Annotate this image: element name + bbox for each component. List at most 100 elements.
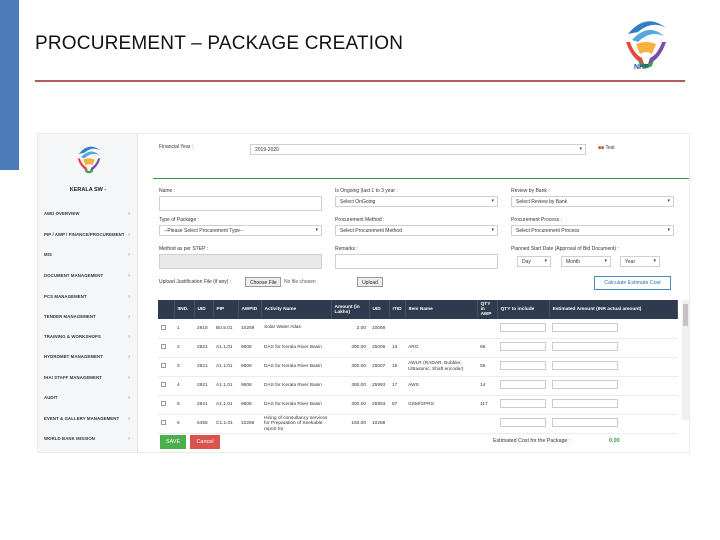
sidebar-item-pcs-management[interactable]: PCS MANAGEMENT › bbox=[44, 294, 132, 300]
estimate-cell[interactable] bbox=[549, 414, 678, 435]
cell bbox=[389, 319, 406, 339]
sidebar-item-document-management[interactable]: DOCUMENT MANAGEMENT › bbox=[44, 273, 132, 279]
sidebar-item-awd-overview[interactable]: AWD OVERVIEW › bbox=[44, 211, 132, 217]
step-input[interactable] bbox=[159, 254, 322, 269]
estimate-input[interactable] bbox=[552, 361, 619, 370]
cell: 9608 bbox=[238, 395, 261, 415]
estimate-input[interactable] bbox=[552, 342, 619, 351]
slide-title: PROCUREMENT – PACKAGE CREATION bbox=[35, 33, 404, 54]
cancel-button[interactable]: Cancel bbox=[190, 435, 220, 449]
cell: C1.1.01 bbox=[213, 414, 238, 435]
method-select[interactable]: Select Procurement Method ▾ bbox=[335, 225, 498, 236]
ongoing-value: Select OnGoing bbox=[340, 199, 376, 205]
sidebar-item-pip-awp[interactable]: PIP / AWP / FINANCE/PROCUREMENT › bbox=[44, 232, 132, 238]
qty-cell[interactable] bbox=[497, 414, 550, 435]
caret-down-icon: ▾ bbox=[667, 198, 670, 204]
qty-cell[interactable] bbox=[497, 357, 550, 377]
scrollbar-thumb[interactable] bbox=[683, 304, 688, 326]
method-label: Procurement Method : bbox=[335, 217, 385, 223]
process-select[interactable]: Select Procurement Process ▾ bbox=[511, 225, 674, 236]
section-divider bbox=[153, 178, 689, 179]
qty-input[interactable] bbox=[500, 322, 547, 332]
checkbox[interactable] bbox=[161, 401, 166, 406]
ongoing-select[interactable]: Select OnGoing ▾ bbox=[335, 196, 498, 207]
upload-label: Upload Justification File (if any) : bbox=[159, 279, 232, 285]
sidebar-item-staff[interactable]: IHAI STAFF MANAGEMENT › bbox=[44, 375, 132, 381]
cell bbox=[389, 414, 406, 435]
calculate-estimate-button[interactable]: Calculate Estimate Cost bbox=[594, 276, 671, 290]
remarks-input[interactable] bbox=[335, 254, 498, 269]
checkbox[interactable] bbox=[161, 382, 166, 387]
choose-file-button[interactable]: Choose File bbox=[245, 277, 281, 287]
caret-down-icon: ▾ bbox=[604, 258, 607, 264]
qty-input[interactable] bbox=[500, 399, 547, 408]
financial-year-select[interactable]: 2019-2020 ▾ bbox=[250, 144, 586, 155]
left-accent-bar bbox=[0, 0, 19, 170]
estimate-input[interactable] bbox=[552, 322, 619, 332]
row-checkbox[interactable] bbox=[158, 395, 174, 415]
sidebar-item-hydromet[interactable]: HYDROMET MANAGEMENT › bbox=[44, 354, 132, 360]
year-value: Year bbox=[625, 259, 636, 265]
day-select[interactable]: Day ▾ bbox=[517, 256, 551, 267]
cell: A1.1.01 bbox=[213, 376, 238, 396]
qty-input[interactable] bbox=[500, 418, 547, 428]
estimate-cell[interactable] bbox=[549, 357, 678, 377]
cell bbox=[477, 414, 498, 435]
cell: 300.00 bbox=[331, 338, 369, 358]
cell: 25993 bbox=[369, 376, 389, 396]
package-type-label: Type of Package : bbox=[159, 217, 200, 223]
name-input[interactable] bbox=[159, 196, 322, 211]
estimate-cell[interactable] bbox=[549, 395, 678, 415]
row-checkbox[interactable] bbox=[158, 414, 174, 435]
estimate-cell[interactable] bbox=[549, 338, 678, 358]
row-checkbox[interactable] bbox=[158, 357, 174, 377]
cell: 300.00 bbox=[331, 376, 369, 396]
caret-down-icon: ▾ bbox=[491, 227, 494, 233]
table-scrollbar[interactable] bbox=[682, 300, 689, 420]
row-checkbox[interactable] bbox=[158, 319, 174, 339]
col-awpid: AWPID bbox=[238, 300, 262, 319]
cell: AWLR (RADAR, Bubbler, Ultrasonic, Shaft … bbox=[405, 357, 478, 377]
row-checkbox[interactable] bbox=[158, 338, 174, 358]
chevron-right-icon: › bbox=[128, 354, 130, 360]
qty-cell[interactable] bbox=[497, 338, 550, 358]
col-item-name: Item Name bbox=[405, 300, 478, 319]
sidebar-item-training[interactable]: TRAINING & WORKSHOPS › bbox=[44, 334, 132, 340]
cell: 17 bbox=[389, 376, 406, 396]
qty-input[interactable] bbox=[500, 342, 547, 351]
review-select[interactable]: Select Review by Bank ▾ bbox=[511, 196, 674, 207]
upload-button[interactable]: Upload bbox=[357, 277, 383, 287]
estimate-input[interactable] bbox=[552, 418, 619, 428]
qty-cell[interactable] bbox=[497, 376, 550, 396]
caret-down-icon: ▾ bbox=[653, 258, 656, 264]
checkbox[interactable] bbox=[161, 324, 166, 330]
checkbox[interactable] bbox=[161, 420, 166, 426]
cell: 10286 bbox=[238, 414, 261, 435]
sidebar-item-mis[interactable]: MIS › bbox=[44, 252, 132, 258]
sidebar-item-world-bank[interactable]: WORLD BANK MISSION › bbox=[44, 436, 132, 442]
cell: 2.00 bbox=[331, 319, 369, 339]
cell: AWS bbox=[405, 376, 478, 396]
checkbox[interactable] bbox=[161, 344, 166, 349]
qty-input[interactable] bbox=[500, 380, 547, 389]
method-value: Select Procurement Method bbox=[340, 228, 402, 234]
package-type-select[interactable]: --Please Select Procurement Type-- ▾ bbox=[159, 225, 322, 236]
estimate-cell[interactable] bbox=[549, 376, 678, 396]
sidebar-item-audit[interactable]: AUDIT › bbox=[44, 395, 132, 401]
qty-cell[interactable] bbox=[497, 319, 550, 339]
qty-input[interactable] bbox=[500, 361, 547, 370]
sidebar-item-event-gallery[interactable]: EVENT & GALLERY MANAGEMENT › bbox=[44, 416, 132, 422]
save-button[interactable]: SAVE bbox=[160, 435, 186, 449]
estimate-cell[interactable] bbox=[549, 319, 678, 339]
month-select[interactable]: Month ▾ bbox=[561, 256, 611, 267]
chevron-right-icon: › bbox=[128, 395, 130, 401]
year-select[interactable]: Year ▾ bbox=[620, 256, 660, 267]
checkbox[interactable] bbox=[161, 363, 166, 368]
col-itid: ITID bbox=[389, 300, 406, 319]
cell: 9608 bbox=[238, 376, 261, 396]
qty-cell[interactable] bbox=[497, 395, 550, 415]
row-checkbox[interactable] bbox=[158, 376, 174, 396]
sidebar-item-tender-management[interactable]: TENDER MANAGEMENT › bbox=[44, 314, 132, 320]
estimate-input[interactable] bbox=[552, 380, 619, 389]
estimate-input[interactable] bbox=[552, 399, 619, 408]
